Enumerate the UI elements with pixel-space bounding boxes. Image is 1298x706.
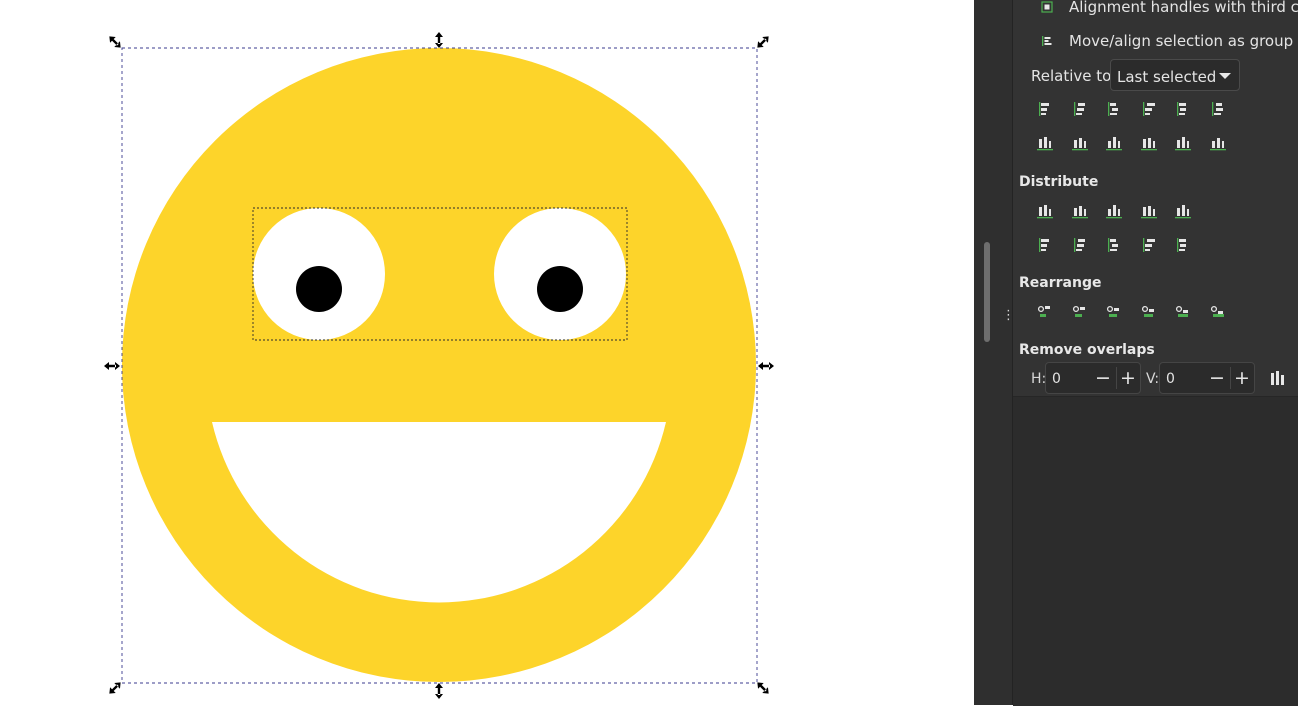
overlap-v-spinbox[interactable]: 0 − + bbox=[1159, 362, 1255, 394]
overlap-h-spinbox[interactable]: 0 − + bbox=[1045, 362, 1141, 394]
align-top-to-bottom-icon[interactable] bbox=[1139, 133, 1163, 155]
distribute-right-icon[interactable] bbox=[1104, 201, 1128, 223]
overlap-h-value[interactable]: 0 bbox=[1052, 371, 1061, 387]
align-top-edge-icon[interactable] bbox=[1070, 133, 1094, 155]
handle-bottom-left bbox=[109, 682, 121, 694]
overlap-v-value[interactable]: 0 bbox=[1166, 371, 1175, 387]
distribute-baseline-v-icon[interactable] bbox=[1173, 235, 1197, 257]
right-pupil[interactable] bbox=[537, 266, 583, 312]
distribute-centers-v-icon[interactable] bbox=[1070, 235, 1094, 257]
handle-right bbox=[758, 362, 774, 370]
graph-layout-icon[interactable] bbox=[1035, 302, 1059, 324]
section-remove-overlaps: Remove overlaps bbox=[1019, 342, 1155, 358]
option-move-align-group[interactable]: Move/align selection as group bbox=[1069, 32, 1293, 50]
handle-top-left bbox=[109, 36, 121, 48]
group-align-icon[interactable] bbox=[1041, 35, 1053, 47]
unclump-icon[interactable] bbox=[1208, 302, 1232, 324]
distribute-gaps-h-icon[interactable] bbox=[1139, 201, 1163, 223]
left-pupil[interactable] bbox=[296, 266, 342, 312]
handle-bottom bbox=[435, 683, 443, 699]
align-left-edge-icon[interactable] bbox=[1070, 99, 1094, 121]
section-distribute: Distribute bbox=[1019, 174, 1099, 190]
handle-left bbox=[104, 362, 120, 370]
relative-to-label: Relative to: bbox=[1031, 67, 1117, 85]
distribute-centers-h-icon[interactable] bbox=[1070, 201, 1094, 223]
handle-bottom-right bbox=[757, 682, 769, 694]
remove-overlaps-icon[interactable] bbox=[1269, 370, 1285, 386]
relative-to-select[interactable]: Last selected bbox=[1110, 59, 1240, 91]
center-vertical-axis-icon[interactable] bbox=[1104, 99, 1128, 121]
distribute-top-icon[interactable] bbox=[1035, 235, 1059, 257]
exchange-z-order-icon[interactable] bbox=[1104, 302, 1128, 324]
distribute-baseline-h-icon[interactable] bbox=[1173, 201, 1197, 223]
handle-top-right bbox=[757, 36, 769, 48]
exchange-selection-icon[interactable] bbox=[1070, 302, 1094, 324]
align-left-to-right-icon[interactable] bbox=[1139, 99, 1163, 121]
overlap-v-plus-button[interactable]: + bbox=[1230, 367, 1253, 389]
overlap-h-label: H: bbox=[1031, 371, 1047, 387]
center-horizontal-axis-icon[interactable] bbox=[1104, 133, 1128, 155]
align-right-edge-icon[interactable] bbox=[1035, 99, 1059, 121]
align-text-anchor-icon[interactable] bbox=[1208, 99, 1232, 121]
option-alignment-handles[interactable]: Alignment handles with third click bbox=[1069, 0, 1298, 16]
align-bottom-edge-icon[interactable] bbox=[1035, 133, 1059, 155]
handle-top bbox=[435, 32, 443, 48]
distribute-left-icon[interactable] bbox=[1035, 201, 1059, 223]
align-baseline-icon[interactable] bbox=[1208, 133, 1232, 155]
section-rearrange: Rearrange bbox=[1019, 275, 1102, 291]
overlap-v-label: V: bbox=[1146, 371, 1160, 387]
panel-empty-area bbox=[1013, 396, 1298, 706]
dock-gutter: ⋮ bbox=[974, 0, 1015, 705]
relative-to-value: Last selected bbox=[1117, 68, 1217, 86]
overlap-v-minus-button[interactable]: − bbox=[1206, 367, 1228, 389]
distribute-bottom-icon[interactable] bbox=[1104, 235, 1128, 257]
randomize-positions-icon[interactable] bbox=[1173, 302, 1197, 324]
exchange-clockwise-icon[interactable] bbox=[1139, 302, 1163, 324]
align-bottom-to-top-icon[interactable] bbox=[1173, 133, 1197, 155]
align-right-to-left-icon[interactable] bbox=[1173, 99, 1197, 121]
overlap-h-minus-button[interactable]: − bbox=[1092, 367, 1114, 389]
overlap-h-plus-button[interactable]: + bbox=[1116, 367, 1139, 389]
drawing-canvas[interactable] bbox=[0, 0, 974, 705]
dock-scrollbar[interactable] bbox=[984, 242, 990, 342]
drawing-svg bbox=[104, 32, 774, 699]
chevron-down-icon bbox=[1219, 73, 1231, 79]
align-distribute-panel: Alignment handles with third click Move/… bbox=[1012, 0, 1298, 706]
distribute-gaps-v-icon[interactable] bbox=[1139, 235, 1163, 257]
square-handle-icon[interactable] bbox=[1041, 1, 1053, 13]
